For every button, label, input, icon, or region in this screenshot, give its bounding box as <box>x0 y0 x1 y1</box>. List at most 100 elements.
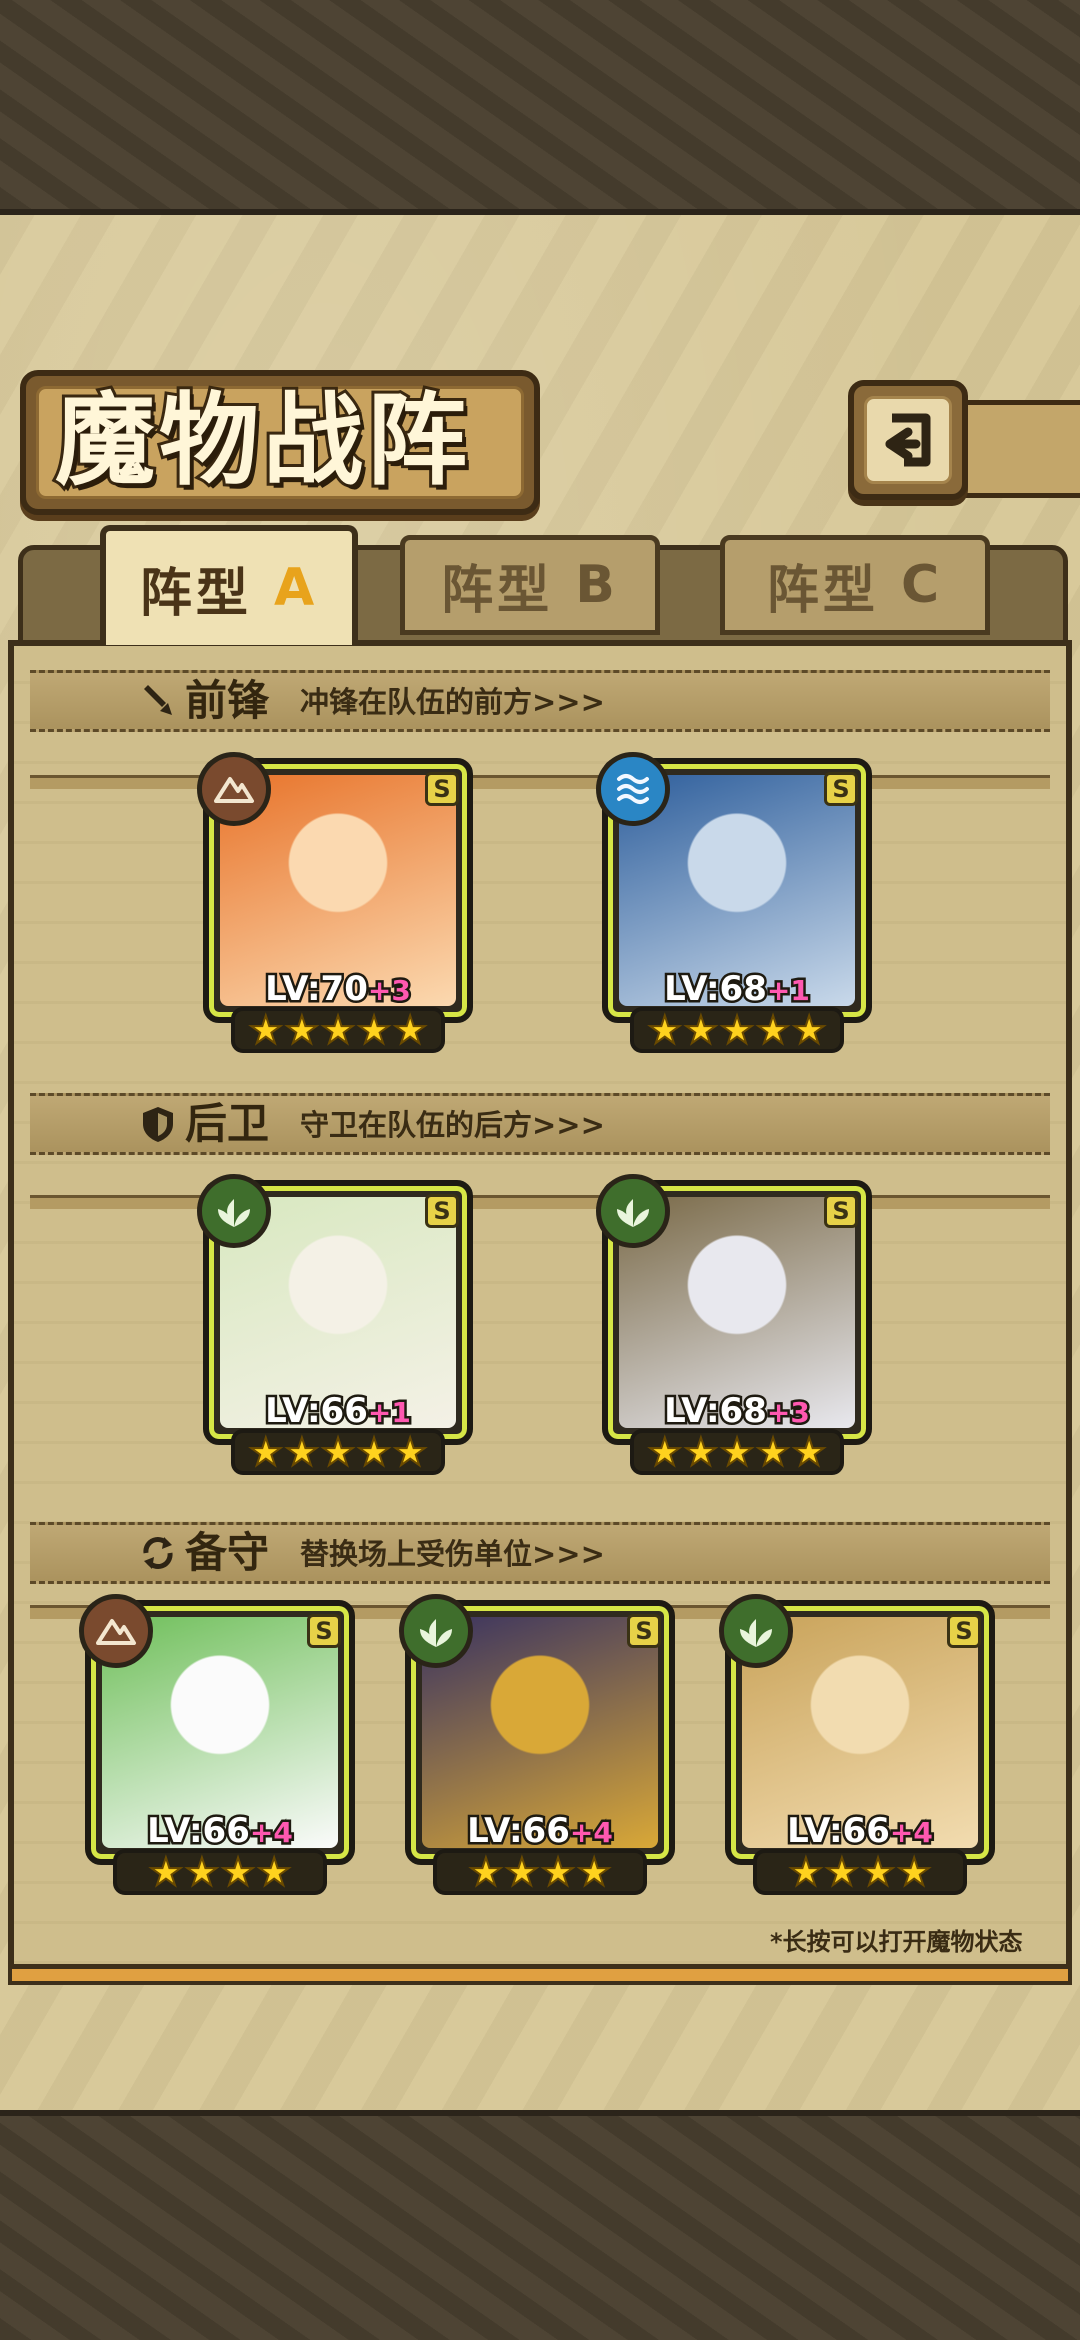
level-label: LV:66+4 <box>91 1809 349 1854</box>
level-label: LV:66+1 <box>209 1389 467 1434</box>
rank-badge: S <box>824 772 858 806</box>
star-rating: ★ ★ ★ ★ ★ <box>630 1429 844 1475</box>
level-value: LV:70 <box>263 967 371 1012</box>
back-arrow-icon <box>885 413 931 467</box>
monster-card-reserve-3[interactable]: S LV:66+4 ★ ★ ★ ★ <box>719 1594 995 1895</box>
star-icon: ★ <box>896 1850 932 1894</box>
level-bonus: +1 <box>764 972 812 1010</box>
level-value: LV:66 <box>263 1389 371 1434</box>
back-section-title: 后卫 <box>185 1099 270 1148</box>
monster-card-front-2[interactable]: S LV:68+1 ★ ★ ★ ★ ★ <box>596 752 872 1053</box>
star-icon: ★ <box>248 1430 284 1474</box>
level-value: LV:66 <box>145 1809 253 1854</box>
star-icon: ★ <box>860 1850 896 1894</box>
star-icon: ★ <box>184 1850 220 1894</box>
tab-label: 阵型 <box>441 560 554 621</box>
row-divider <box>30 1195 1050 1209</box>
star-icon: ★ <box>356 1430 392 1474</box>
level-value: LV:68 <box>662 967 770 1012</box>
grass-element-icon <box>719 1594 793 1668</box>
star-icon: ★ <box>468 1850 504 1894</box>
earth-element-icon <box>197 752 271 826</box>
level-label: LV:70+3 <box>209 967 467 1012</box>
shield-icon <box>143 1107 173 1142</box>
star-icon: ★ <box>788 1850 824 1894</box>
rank-badge: S <box>627 1614 661 1648</box>
star-icon: ★ <box>719 1008 755 1052</box>
level-value: LV:66 <box>785 1809 893 1854</box>
tab-letter: A <box>273 558 319 618</box>
monster-card-back-2[interactable]: S LV:68+3 ★ ★ ★ ★ ★ <box>596 1174 872 1475</box>
swap-icon <box>143 1537 173 1569</box>
tab-formation-b[interactable]: 阵型 B <box>400 535 660 635</box>
star-icon: ★ <box>504 1850 540 1894</box>
star-icon: ★ <box>356 1008 392 1052</box>
level-bonus: +4 <box>887 1814 935 1852</box>
grass-element-icon <box>596 1174 670 1248</box>
rank-badge: S <box>307 1614 341 1648</box>
rank-badge: S <box>425 772 459 806</box>
tab-formation-a[interactable]: 阵型 A <box>100 525 358 645</box>
front-section-title: 前锋 <box>185 676 270 725</box>
star-icon: ★ <box>148 1850 184 1894</box>
monster-card-reserve-1[interactable]: S LV:66+4 ★ ★ ★ ★ <box>79 1594 355 1895</box>
star-rating: ★ ★ ★ ★ <box>433 1849 647 1895</box>
monster-card-reserve-2[interactable]: S LV:66+4 ★ ★ ★ ★ <box>399 1594 675 1895</box>
star-rating: ★ ★ ★ ★ <box>753 1849 967 1895</box>
tab-letter: C <box>900 555 944 615</box>
star-icon: ★ <box>284 1008 320 1052</box>
level-label: LV:66+4 <box>731 1809 989 1854</box>
level-bonus: +4 <box>247 1814 295 1852</box>
reserve-section-desc: 替换场上受伤单位>>> <box>300 1537 605 1571</box>
level-bonus: +4 <box>567 1814 615 1852</box>
rank-badge: S <box>425 1194 459 1228</box>
reserve-section-title: 备守 <box>185 1528 270 1577</box>
page-title: 魔物战阵 <box>52 378 471 502</box>
monster-card-front-1[interactable]: S LV:70+3 ★ ★ ★ ★ ★ <box>197 752 473 1053</box>
map-background-top <box>0 0 1080 215</box>
back-section-desc: 守卫在队伍的后方>>> <box>300 1108 605 1142</box>
grass-element-icon <box>197 1174 271 1248</box>
level-value: LV:66 <box>465 1809 573 1854</box>
board-footer-rail <box>8 1965 1072 1985</box>
earth-element-icon <box>79 1594 153 1668</box>
star-icon: ★ <box>824 1850 860 1894</box>
star-icon: ★ <box>576 1850 612 1894</box>
star-rating: ★ ★ ★ ★ ★ <box>231 1007 445 1053</box>
tab-label: 阵型 <box>766 560 879 621</box>
star-rating: ★ ★ ★ ★ ★ <box>231 1429 445 1475</box>
map-background-bottom <box>0 2110 1080 2340</box>
long-press-hint: *长按可以打开魔物状态 <box>770 1928 1023 1956</box>
star-icon: ★ <box>392 1008 428 1052</box>
level-label: LV:68+1 <box>608 967 866 1012</box>
star-icon: ★ <box>719 1430 755 1474</box>
level-bonus: +3 <box>365 972 413 1010</box>
star-icon: ★ <box>256 1850 292 1894</box>
level-label: LV:66+4 <box>411 1809 669 1854</box>
rank-badge: S <box>947 1614 981 1648</box>
tab-label: 阵型 <box>139 563 252 624</box>
back-button[interactable] <box>848 380 968 500</box>
star-icon: ★ <box>320 1008 356 1052</box>
star-icon: ★ <box>220 1850 256 1894</box>
star-icon: ★ <box>755 1008 791 1052</box>
star-icon: ★ <box>647 1008 683 1052</box>
level-bonus: +3 <box>764 1394 812 1432</box>
star-icon: ★ <box>755 1430 791 1474</box>
rank-badge: S <box>824 1194 858 1228</box>
front-section-desc: 冲锋在队伍的前方>>> <box>300 685 605 719</box>
star-icon: ★ <box>540 1850 576 1894</box>
row-divider <box>30 775 1050 789</box>
star-icon: ★ <box>284 1430 320 1474</box>
star-rating: ★ ★ ★ ★ <box>113 1849 327 1895</box>
back-rail <box>960 400 1080 498</box>
grass-element-icon <box>399 1594 473 1668</box>
tab-letter: B <box>575 555 619 615</box>
tab-formation-c[interactable]: 阵型 C <box>720 535 990 635</box>
star-icon: ★ <box>683 1430 719 1474</box>
level-bonus: +1 <box>365 1394 413 1432</box>
star-icon: ★ <box>683 1008 719 1052</box>
star-icon: ★ <box>320 1430 356 1474</box>
monster-card-back-1[interactable]: S LV:66+1 ★ ★ ★ ★ ★ <box>197 1174 473 1475</box>
star-icon: ★ <box>647 1430 683 1474</box>
